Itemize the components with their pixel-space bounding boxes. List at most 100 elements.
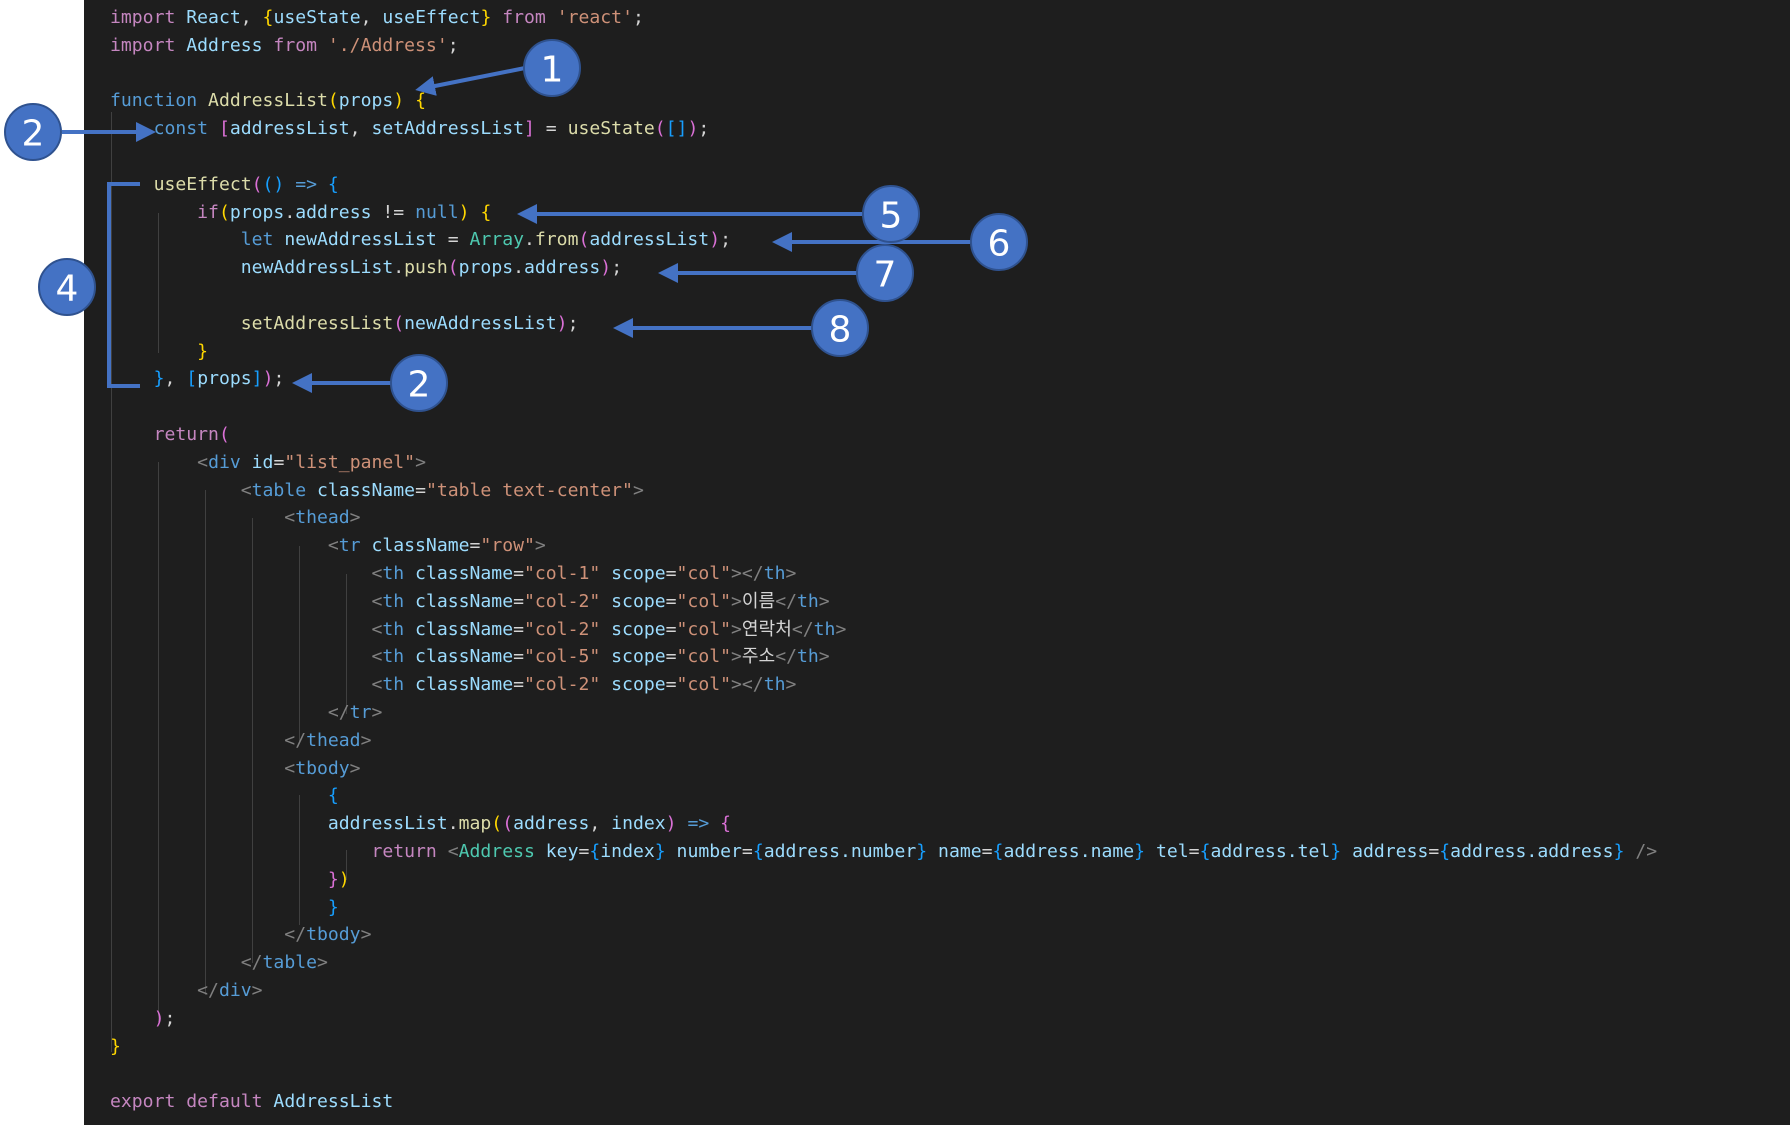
code-line[interactable]: </table> (110, 949, 328, 977)
code-token: < (371, 619, 383, 640)
code-token: > (818, 591, 830, 612)
code-token: ></ (731, 674, 764, 695)
code-token: AddressList (208, 90, 328, 111)
code-token: ( (491, 813, 503, 834)
code-token: setAddressList (371, 118, 524, 139)
code-line[interactable]: <th className="col-2" scope="col"></th> (110, 671, 796, 699)
code-line[interactable]: </thead> (110, 727, 371, 755)
code-token: props (197, 368, 252, 389)
code-token: ) (556, 313, 568, 334)
code-token: address.name (1003, 841, 1135, 862)
badge-2a-circle (4, 103, 62, 161)
code-token: </ (284, 730, 307, 751)
code-line[interactable]: let newAddressList = Array.from(addressL… (110, 226, 731, 254)
code-line[interactable]: if(props.address != null) { (110, 199, 491, 227)
code-line[interactable]: </tbody> (110, 921, 371, 949)
code-token: index (600, 841, 655, 862)
code-token: className (371, 535, 470, 556)
code-token: > (835, 619, 847, 640)
code-line[interactable]: addressList.map((address, index) => { (110, 810, 731, 838)
code-line[interactable]: <tr className="row"> (110, 532, 546, 560)
code-line[interactable]: return <Address key={index} number={addr… (110, 838, 1657, 866)
code-line[interactable]: { (110, 782, 339, 810)
code-line[interactable]: ); (110, 1005, 176, 1033)
code-token: push (404, 257, 448, 278)
code-line[interactable]: <th className="col-2" scope="col">이름</th… (110, 588, 830, 616)
code-token: tr (349, 702, 372, 723)
code-line[interactable]: }, [props]); (110, 365, 285, 393)
code-line[interactable]: }) (110, 866, 350, 894)
code-token: address (513, 813, 590, 834)
code-line[interactable]: <th className="col-1" scope="col"></th> (110, 560, 796, 588)
code-line[interactable]: import Address from './Address'; (110, 32, 459, 60)
code-line[interactable]: export default AddressList (110, 1088, 393, 1116)
code-token: } (110, 1036, 121, 1057)
code-token: [ (186, 368, 198, 389)
code-token: newAddressList (404, 313, 557, 334)
code-token: , (360, 7, 383, 28)
code-token: ] (523, 118, 535, 139)
code-line[interactable]: const [addressList, setAddressList] = us… (110, 115, 710, 143)
code-token: from (534, 229, 579, 250)
code-line[interactable]: <th className="col-5" scope="col">주소</th… (110, 643, 829, 671)
code-token: = (415, 480, 426, 501)
code-token: , (240, 7, 263, 28)
code-token: ></ (731, 563, 764, 584)
code-token: </ (775, 646, 797, 667)
code-token: th (763, 563, 786, 584)
code-editor[interactable]: import React, {useState, useEffect} from… (84, 0, 1790, 1125)
code-token: => (284, 174, 328, 195)
code-line[interactable]: <th className="col-2" scope="col">연락처</t… (110, 616, 846, 644)
code-token: thead (306, 730, 361, 751)
code-token: { (992, 841, 1004, 862)
code-line[interactable]: import React, {useState, useEffect} from… (110, 4, 644, 32)
code-line[interactable]: <tbody> (110, 755, 360, 783)
code-line[interactable]: newAddressList.push(props.address); (110, 254, 622, 282)
code-token: = (513, 619, 524, 640)
code-line[interactable]: setAddressList(newAddressList); (110, 310, 579, 338)
code-token: > (360, 924, 372, 945)
code-line[interactable]: <table className="table text-center"> (110, 477, 644, 505)
code-token: ) (338, 869, 350, 890)
code-token: ( (251, 174, 263, 195)
code-line[interactable]: </div> (110, 977, 262, 1005)
code-token: addressList (229, 118, 350, 139)
code-token: = (665, 619, 677, 640)
code-token: ) (458, 202, 470, 223)
code-token: { (262, 7, 274, 28)
code-token: > (632, 480, 644, 501)
code-token: Array (469, 229, 524, 250)
code-line[interactable]: </tr> (110, 699, 383, 727)
code-line[interactable]: } (110, 338, 208, 366)
code-token: </ (240, 952, 263, 973)
code-token: tbody (306, 924, 361, 945)
code-line[interactable]: function AddressList(props) { (110, 87, 426, 115)
code-token: AddressList (273, 1091, 394, 1112)
code-token: th (382, 646, 416, 667)
code-token: } (1330, 841, 1342, 862)
code-token: ( (327, 90, 339, 111)
code-line[interactable]: } (110, 1033, 121, 1061)
code-token: = (665, 591, 677, 612)
code-line[interactable]: <div id="list_panel"> (110, 449, 426, 477)
code-token: /> (1624, 841, 1658, 862)
code-line[interactable]: } (110, 894, 339, 922)
code-line[interactable]: <thead> (110, 504, 360, 532)
code-token: = (436, 229, 470, 250)
code-token: import (110, 7, 187, 28)
code-token: ) (600, 257, 612, 278)
code-token: { (327, 174, 339, 195)
code-line[interactable]: return( (110, 421, 230, 449)
code-line[interactable]: useEffect(() => { (110, 171, 339, 199)
code-token: className (415, 619, 514, 640)
